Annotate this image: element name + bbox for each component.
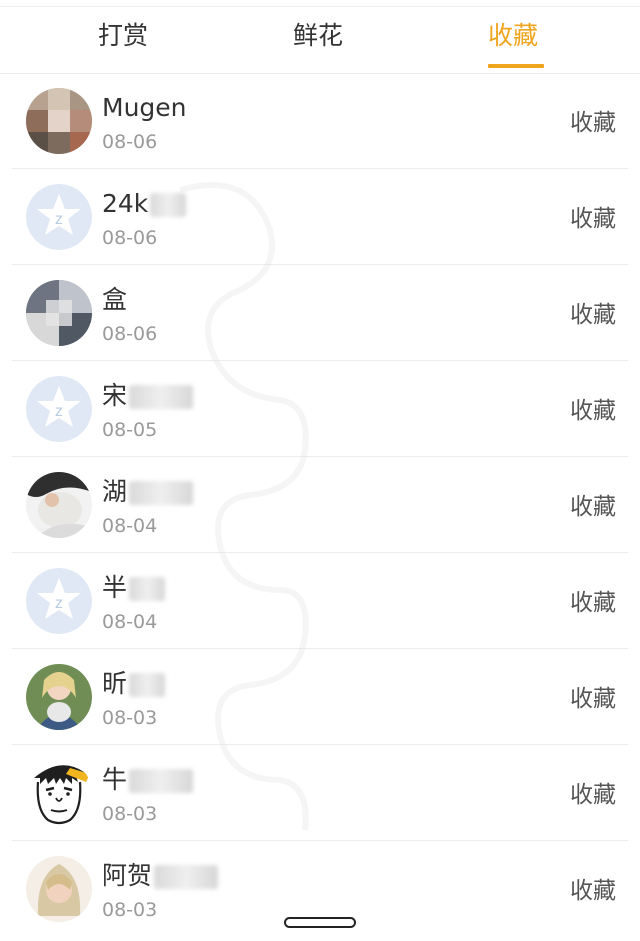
tab-favorites[interactable]: 收藏 xyxy=(488,21,538,51)
user-avatar[interactable] xyxy=(26,472,92,538)
user-avatar[interactable]: z xyxy=(26,376,92,442)
favorite-date: 08-03 xyxy=(102,899,158,921)
user-avatar[interactable] xyxy=(26,760,92,826)
list-item[interactable]: Mugen 08-06 收藏 xyxy=(12,73,628,169)
default-star-avatar-icon: z xyxy=(26,568,92,634)
svg-text:z: z xyxy=(55,211,63,228)
list-item[interactable]: 昕 08-03 收藏 xyxy=(12,649,628,745)
user-avatar[interactable] xyxy=(26,856,92,922)
favorites-list: Mugen 08-06 收藏 z 24k 08-06 收藏 盒 08-06 收藏… xyxy=(0,73,640,937)
list-item[interactable]: 牛 08-03 收藏 xyxy=(12,745,628,841)
active-tab-indicator xyxy=(488,64,544,68)
tab-tip[interactable]: 打赏 xyxy=(98,21,148,51)
user-name: 宋 xyxy=(102,381,194,411)
favorite-action[interactable]: 收藏 xyxy=(570,397,616,425)
user-avatar[interactable] xyxy=(26,280,92,346)
blurred-text xyxy=(129,481,194,505)
favorite-date: 08-04 xyxy=(102,611,158,633)
user-name: 阿贺 xyxy=(102,861,219,891)
favorite-action[interactable]: 收藏 xyxy=(570,589,616,617)
favorite-action[interactable]: 收藏 xyxy=(570,109,616,137)
user-name: 半 xyxy=(102,573,166,603)
favorite-action[interactable]: 收藏 xyxy=(570,877,616,905)
photo-avatar-icon xyxy=(26,472,92,538)
user-avatar[interactable]: z xyxy=(26,184,92,250)
favorite-action[interactable]: 收藏 xyxy=(570,205,616,233)
favorite-date: 08-06 xyxy=(102,227,158,249)
pixelated-photo-avatar-icon xyxy=(26,88,92,154)
photo-avatar-icon xyxy=(26,856,92,922)
blurred-text xyxy=(129,577,166,601)
default-star-avatar-icon: z xyxy=(26,376,92,442)
favorite-action[interactable]: 收藏 xyxy=(570,301,616,329)
list-item[interactable]: z 24k 08-06 收藏 xyxy=(12,169,628,265)
favorite-date: 08-03 xyxy=(102,707,158,729)
favorite-action[interactable]: 收藏 xyxy=(570,493,616,521)
favorite-date: 08-06 xyxy=(102,131,158,153)
favorite-action[interactable]: 收藏 xyxy=(570,781,616,809)
user-name: 昕 xyxy=(102,669,166,699)
blurred-text xyxy=(129,385,194,409)
blurred-text xyxy=(129,673,166,697)
photo-avatar-icon xyxy=(26,664,92,730)
user-name: Mugen xyxy=(102,93,187,122)
user-name: 24k xyxy=(102,189,187,219)
user-name: 牛 xyxy=(102,765,194,795)
user-avatar[interactable]: z xyxy=(26,568,92,634)
favorite-date: 08-03 xyxy=(102,803,158,825)
blurred-text xyxy=(154,865,219,889)
user-avatar[interactable] xyxy=(26,664,92,730)
app-root: 打赏 鲜花 收藏 Mugen 08-06 收藏 z 24k 08-06 收藏 盒… xyxy=(0,0,640,941)
blurred-text xyxy=(150,193,187,217)
favorite-action[interactable]: 收藏 xyxy=(570,685,616,713)
user-name: 湖 xyxy=(102,477,194,507)
favorite-date: 08-04 xyxy=(102,515,158,537)
user-name: 盒 xyxy=(102,285,128,314)
pixelated-photo-avatar-icon xyxy=(26,280,92,346)
list-item[interactable]: 盒 08-06 收藏 xyxy=(12,265,628,361)
home-indicator[interactable] xyxy=(284,917,356,928)
list-item[interactable]: z 宋 08-05 收藏 xyxy=(12,361,628,457)
blurred-text xyxy=(129,769,194,793)
user-avatar[interactable] xyxy=(26,88,92,154)
list-item[interactable]: z 半 08-04 收藏 xyxy=(12,553,628,649)
tab-flowers[interactable]: 鲜花 xyxy=(293,21,343,51)
default-star-avatar-icon: z xyxy=(26,184,92,250)
svg-text:z: z xyxy=(55,403,63,420)
favorite-date: 08-05 xyxy=(102,419,158,441)
svg-text:z: z xyxy=(55,595,63,612)
cartoon-face-avatar-icon xyxy=(26,760,92,826)
favorite-date: 08-06 xyxy=(102,323,158,345)
list-item[interactable]: 湖 08-04 收藏 xyxy=(12,457,628,553)
tab-bar: 打赏 鲜花 收藏 xyxy=(0,6,640,74)
